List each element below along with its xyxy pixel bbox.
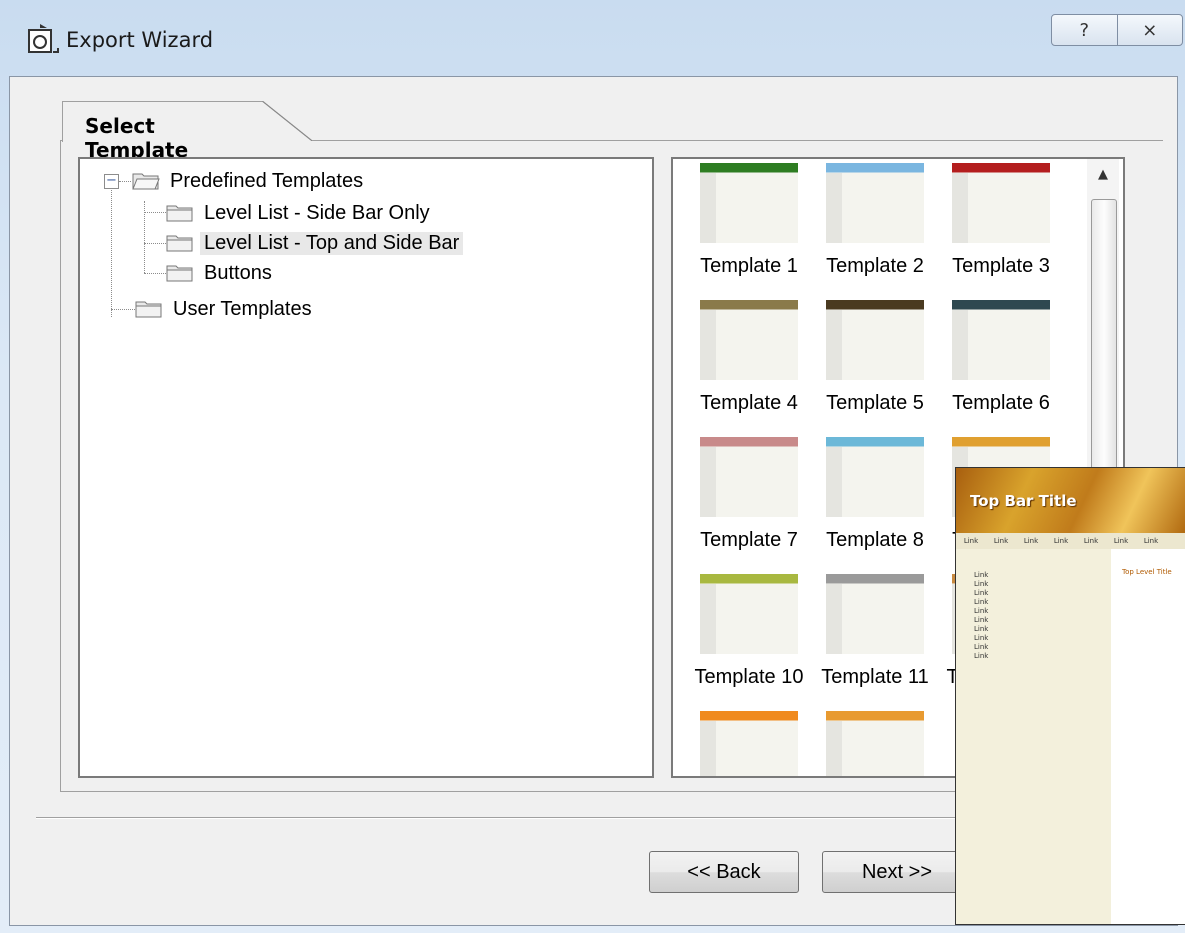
tab-label: Select Template xyxy=(85,114,189,162)
tree-line xyxy=(144,273,166,274)
thumbnail-sidebar xyxy=(826,173,842,243)
tab-edge xyxy=(262,101,312,141)
next-button[interactable]: Next >> xyxy=(822,851,972,893)
preview-nav-link: Link xyxy=(1113,537,1129,545)
template-thumbnail[interactable] xyxy=(826,711,924,776)
caption-buttons: ? ⨯ xyxy=(1051,14,1183,46)
thumbnail-sidebar xyxy=(826,721,842,776)
thumbnail-sidebar xyxy=(826,310,842,380)
template-label[interactable]: Template 10 xyxy=(686,666,812,689)
tree-item-label: User Templates xyxy=(173,297,312,320)
template-thumbnail[interactable] xyxy=(952,300,1050,380)
template-label[interactable]: Template 4 xyxy=(686,392,812,415)
template-thumbnail[interactable] xyxy=(826,574,924,654)
tree-line xyxy=(111,185,112,317)
back-button[interactable]: << Back xyxy=(649,851,799,893)
folder-open-icon xyxy=(132,173,160,190)
preview-nav-link: Link xyxy=(963,537,979,545)
preview-side-link: Link xyxy=(974,625,989,633)
tree-item-buttons[interactable]: Buttons xyxy=(166,259,276,287)
thumbnail-sidebar xyxy=(826,447,842,517)
template-thumbnail[interactable] xyxy=(826,300,924,380)
preview-sidebar: Link Link Link Link Link Link Link Link Link Link xyxy=(956,549,1111,924)
close-button[interactable]: ⨯ xyxy=(1116,15,1183,45)
template-thumbnail[interactable] xyxy=(826,437,924,517)
preview-title: Top Bar Title xyxy=(970,492,1077,510)
tab-select-template[interactable]: Select Template xyxy=(62,101,263,162)
template-thumbnail[interactable] xyxy=(700,437,798,517)
scroll-up-icon[interactable]: ▲ xyxy=(1091,161,1115,189)
template-label[interactable]: Template 7 xyxy=(686,529,812,552)
template-thumbnail[interactable] xyxy=(700,711,798,776)
tree-item-label: Buttons xyxy=(204,261,272,284)
preview-nav-link: Link xyxy=(1143,537,1159,545)
template-thumbnail[interactable] xyxy=(700,300,798,380)
folder-icon xyxy=(166,205,193,222)
preview-side-link: Link xyxy=(974,598,989,606)
tree-line xyxy=(144,243,166,244)
template-label[interactable]: Template 3 xyxy=(938,255,1064,278)
template-label[interactable]: Template 8 xyxy=(812,529,938,552)
tree-line xyxy=(144,212,166,213)
preview-nav-link: Link xyxy=(993,537,1009,545)
tree-item-user-templates[interactable]: User Templates xyxy=(135,295,316,323)
thumbnail-sidebar xyxy=(700,447,716,517)
preview-side-link: Link xyxy=(974,571,989,579)
folder-icon xyxy=(166,235,193,252)
template-label[interactable]: Template 11 xyxy=(812,666,938,689)
tree-line xyxy=(119,181,131,182)
preview-nav-link: Link xyxy=(1023,537,1039,545)
preview-side-link: Link xyxy=(974,580,989,588)
thumbnail-sidebar xyxy=(952,173,968,243)
template-label[interactable]: Template 5 xyxy=(812,392,938,415)
collapse-toggle[interactable]: − xyxy=(104,174,119,189)
thumbnail-sidebar xyxy=(826,584,842,654)
tree-item-level-list-side-bar[interactable]: Level List - Side Bar Only xyxy=(166,199,434,227)
title-bar: Export Wizard ? ⨯ xyxy=(0,0,1185,78)
tree-item-level-list-top-side-bar[interactable]: Level List - Top and Side Bar xyxy=(166,229,464,257)
window-title: Export Wizard xyxy=(66,28,214,52)
tree-line xyxy=(111,309,135,310)
template-thumbnail[interactable] xyxy=(826,163,924,243)
tree-item-label: Level List - Side Bar Only xyxy=(204,201,430,224)
preview-nav-bar: Link Link Link Link Link Link Link xyxy=(956,533,1185,549)
preview-side-link: Link xyxy=(974,643,989,651)
thumbnail-sidebar xyxy=(700,721,716,776)
thumbnail-sidebar xyxy=(700,173,716,243)
tree-item-predefined-templates[interactable]: Predefined Templates xyxy=(132,167,367,195)
preview-side-link: Link xyxy=(974,616,989,624)
help-icon: ? xyxy=(1079,19,1090,41)
help-button[interactable]: ? xyxy=(1052,15,1117,45)
template-label[interactable]: Template 6 xyxy=(938,392,1064,415)
template-label[interactable]: Template 2 xyxy=(812,255,938,278)
tree-item-label: Predefined Templates xyxy=(170,169,364,192)
close-icon: ⨯ xyxy=(1142,19,1158,41)
preview-nav-link: Link xyxy=(1083,537,1099,545)
folder-icon xyxy=(166,265,193,282)
template-preview-popup: Top Bar Title Link Link Link Link Link Link Li… xyxy=(955,467,1185,925)
preview-nav-link: Link xyxy=(1053,537,1069,545)
thumbnail-sidebar xyxy=(952,310,968,380)
thumbnail-sidebar xyxy=(700,310,716,380)
tree-item-label: Level List - Top and Side Bar xyxy=(200,231,464,255)
export-wizard-icon xyxy=(28,24,59,53)
template-thumbnail[interactable] xyxy=(700,163,798,243)
preview-banner: Top Bar Title xyxy=(956,468,1185,533)
template-tree[interactable]: − Predefined Templates Level List - Side… xyxy=(78,157,654,778)
preview-side-link: Link xyxy=(974,589,989,597)
preview-side-link: Link xyxy=(974,607,989,615)
thumbnail-sidebar xyxy=(700,584,716,654)
template-thumbnail[interactable] xyxy=(700,574,798,654)
folder-icon xyxy=(135,301,162,318)
template-thumbnail[interactable] xyxy=(952,163,1050,243)
preview-side-link: Link xyxy=(974,652,989,660)
template-label[interactable]: Template 1 xyxy=(686,255,812,278)
preview-content-title: Top Level Title xyxy=(1122,568,1172,576)
preview-side-link: Link xyxy=(974,634,989,642)
